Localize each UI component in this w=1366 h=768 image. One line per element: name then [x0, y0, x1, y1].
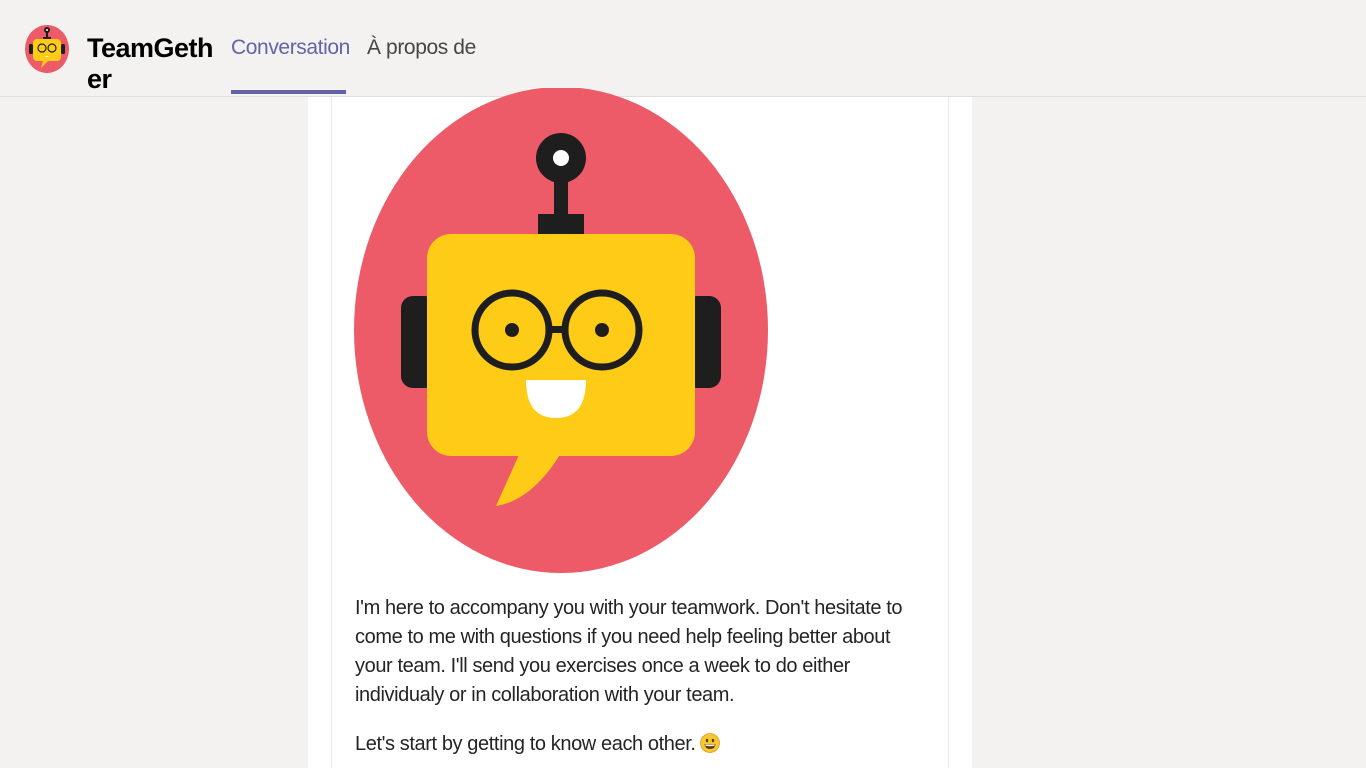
- robot-logo-icon: [25, 25, 69, 73]
- app-title: TeamGether: [87, 33, 214, 94]
- grinning-face-icon: [699, 733, 720, 753]
- tab-about[interactable]: À propos de: [367, 36, 476, 60]
- tab-conversation-label: Conversation: [231, 36, 350, 59]
- active-tab-indicator: [231, 90, 346, 94]
- app-header: TeamGether Conversation À propos de: [0, 0, 1366, 97]
- message-paragraph-greeting: Let's start by getting to know each othe…: [355, 730, 925, 759]
- greeting-text: Let's start by getting to know each othe…: [355, 733, 696, 755]
- tab-conversation[interactable]: Conversation: [231, 36, 350, 97]
- tab-about-label: À propos de: [367, 36, 476, 59]
- message-paragraph: I'm here to accompany you with your team…: [355, 597, 903, 706]
- robot-avatar-icon: [354, 88, 768, 573]
